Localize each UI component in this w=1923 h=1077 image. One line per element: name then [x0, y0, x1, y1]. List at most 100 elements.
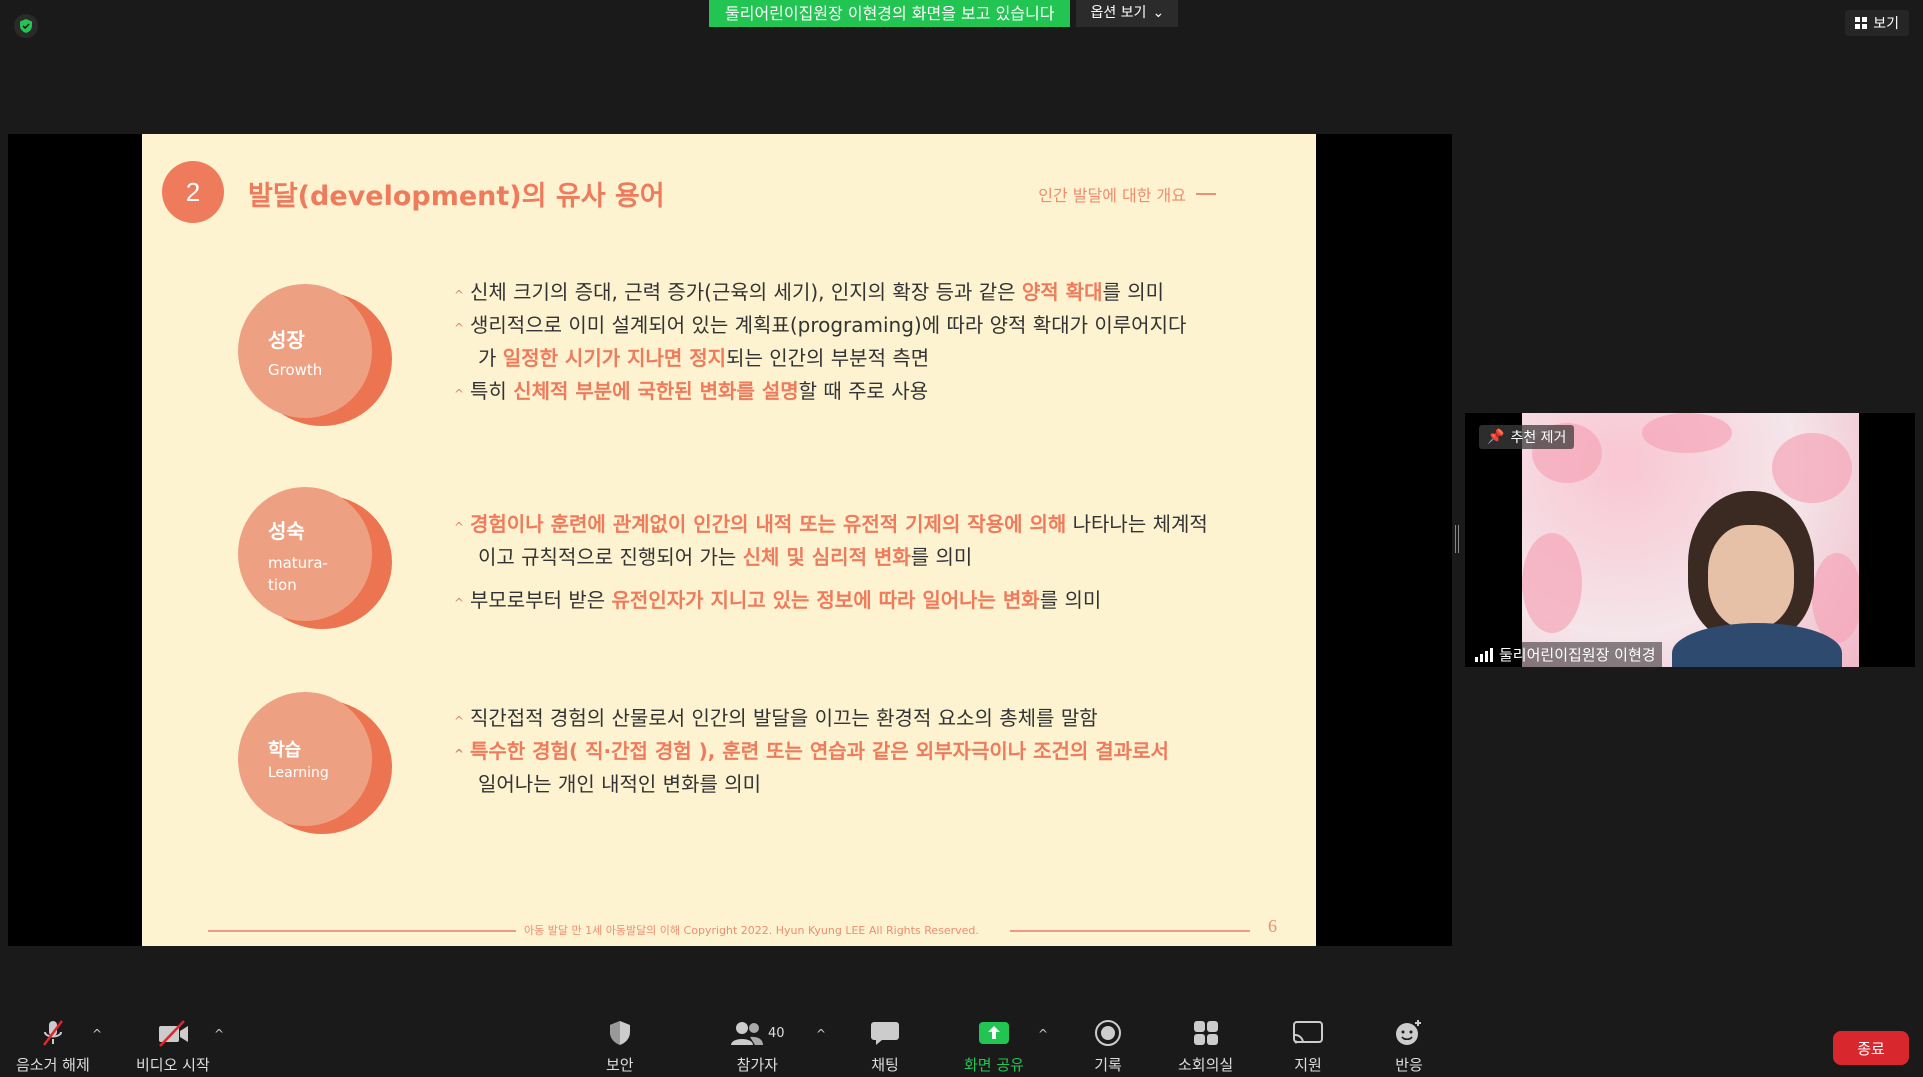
grid-icon [1855, 17, 1868, 29]
chat-label: 채팅 [871, 1056, 899, 1074]
highlight: 신체 및 심리적 변화 [742, 545, 911, 569]
highlight: 신체적 부분에 국한된 변화를 설명 [513, 379, 799, 403]
maturation-line-1: ^ 경험이나 훈련에 관계없이 인간의 내적 또는 유전적 기제의 작용에 의해 … [454, 508, 1208, 541]
breakout-rooms-label: 소회의실 [1178, 1056, 1234, 1074]
learning-line-1: ^ 직간접적 경험의 산물로서 인간의 발달을 이끄는 환경적 요소의 총체를 말… [454, 702, 1169, 735]
text: 할 때 주로 사용 [798, 379, 929, 403]
maturation-line-2: 이고 규칙적으로 진행되어 가는 신체 및 심리적 변화를 의미 [454, 541, 1208, 574]
highlight: 특수한 경험( 직·간접 경험 ), 훈련 또는 연습과 같은 외부자극이나 조… [470, 739, 1169, 763]
record-button[interactable]: 기록 [1094, 1016, 1122, 1075]
footer-rule-left [208, 930, 516, 932]
breakout-rooms-button[interactable]: 소회의실 [1178, 1016, 1233, 1075]
term-maturation-en1: matura- [268, 554, 328, 572]
view-options-button[interactable]: 옵션 보기 ⌄ [1076, 0, 1179, 27]
text: 되는 인간의 부분적 측면 [726, 346, 930, 370]
security-button[interactable]: 보안 [606, 1016, 634, 1075]
participant-name-label: 둘리어린이집원장 이현경 [1469, 642, 1662, 667]
smiley-plus-icon [1396, 1020, 1421, 1045]
panel-resize-handle[interactable] [1455, 525, 1459, 553]
screen-share-banner: 둘리어린이집원장 이현경의 화면을 보고 있습니다 옵션 보기 ⌄ [709, 0, 1179, 27]
share-options-caret-icon[interactable]: ^ [1038, 1027, 1048, 1041]
signal-strength-icon [1475, 647, 1493, 662]
bullet-icon: ^ [454, 387, 465, 401]
growth-line-2: ^ 생리적으로 이미 설계되어 있는 계획표(programing)에 따라 양적… [454, 309, 1186, 342]
maturation-line-3: ^ 부모로부터 받은 유전인자가 지니고 있는 정보에 따라 일어나는 변화를 의… [454, 584, 1208, 617]
slide-title: 발달(development)의 유사 용어 [248, 181, 665, 212]
video-options-caret-icon[interactable]: ^ [214, 1027, 224, 1041]
encryption-shield-icon[interactable] [14, 14, 38, 38]
term-maturation-en2: tion [268, 576, 297, 594]
chat-bubble-icon [871, 1022, 899, 1045]
text: 생리적으로 이미 설계되어 있는 계획표(programing)에 따라 양적 … [470, 313, 1187, 337]
slide-footer: 아동 발달 만 1세 아동발달의 이해 Copyright 2022. Hyun… [524, 924, 979, 937]
text: 신체 크기의 증대, 근력 증가(근육의 세기), 인지의 확장 등과 같은 [470, 280, 1022, 304]
view-layout-button[interactable]: 보기 [1845, 10, 1909, 36]
view-options-label: 옵션 보기 [1090, 5, 1147, 21]
participants-icon [731, 1022, 763, 1045]
text: 특히 [470, 379, 514, 403]
audio-options-caret-icon[interactable]: ^ [92, 1027, 102, 1041]
end-meeting-button[interactable]: 종료 [1833, 1031, 1909, 1065]
camera-feed [1522, 413, 1859, 667]
pin-icon: 📌 [1487, 429, 1505, 445]
chat-button[interactable]: 채팅 [870, 1016, 900, 1075]
breakout-rooms-icon [1193, 1021, 1218, 1045]
start-video-button[interactable]: 비디오 시작 [136, 1016, 210, 1075]
bullet-icon: ^ [454, 596, 465, 610]
zoom-window: 둘리어린이집원장 이현경의 화면을 보고 있습니다 옵션 보기 ⌄ 보기 2 발… [0, 0, 1923, 1077]
text: 가 [478, 346, 503, 370]
participant-name: 둘리어린이집원장 이현경 [1499, 646, 1656, 664]
bullet-icon: ^ [454, 288, 465, 302]
participants-label: 참가자 [736, 1056, 778, 1074]
view-label: 보기 [1873, 16, 1899, 32]
chevron-down-icon: ⌄ [1152, 5, 1165, 21]
term-growth-en: Growth [268, 361, 323, 379]
camera-off-icon [158, 1020, 188, 1047]
text: 를 의미 [910, 545, 973, 569]
term-learning-en: Learning [268, 765, 329, 781]
growth-line-1: ^ 신체 크기의 증대, 근력 증가(근육의 세기), 인지의 확장 등과 같은 … [454, 276, 1186, 309]
reactions-button[interactable]: 반응 [1394, 1016, 1424, 1075]
text: 부모로부터 받은 [470, 588, 612, 612]
growth-description: ^ 신체 크기의 증대, 근력 증가(근육의 세기), 인지의 확장 등과 같은 … [454, 276, 1186, 408]
cast-icon [1293, 1021, 1323, 1044]
pin-label-text: 추천 제거 [1510, 430, 1567, 446]
support-button[interactable]: 지원 [1292, 1016, 1324, 1075]
reactions-label: 반응 [1395, 1056, 1423, 1074]
maturation-description: ^ 경험이나 훈련에 관계없이 인간의 내적 또는 유전적 기제의 작용에 의해 … [454, 508, 1208, 617]
term-learning: 학습 Learning [238, 692, 392, 834]
highlight: 경험이나 훈련에 관계없이 인간의 내적 또는 유전적 기제의 작용에 의해 [470, 512, 1067, 536]
person-shirt [1672, 623, 1842, 667]
highlight: 일정한 시기가 지나면 정지 [502, 346, 727, 370]
slide-page-number: 6 [1268, 916, 1277, 936]
blossom-decoration [1522, 533, 1582, 633]
text: 일어나는 개인 내적인 변화를 의미 [478, 772, 762, 796]
unmute-button[interactable]: 음소거 해제 [16, 1016, 90, 1075]
highlight: 양적 확대 [1021, 280, 1103, 304]
share-banner-label: 둘리어린이집원장 이현경의 화면을 보고 있습니다 [709, 0, 1071, 27]
learning-line-3: 일어나는 개인 내적인 변화를 의미 [454, 768, 1169, 801]
blossom-decoration [1772, 433, 1852, 503]
bullet-icon: ^ [454, 714, 465, 728]
support-label: 지원 [1294, 1056, 1322, 1074]
record-icon [1095, 1020, 1121, 1046]
growth-line-3: 가 일정한 시기가 지나면 정지되는 인간의 부분적 측면 [454, 342, 1186, 375]
participant-video-tile[interactable]: 📌 추천 제거 둘리어린이집원장 이현경 [1465, 413, 1915, 667]
term-growth-ko: 성장 [268, 328, 305, 352]
record-label: 기록 [1094, 1056, 1122, 1074]
slide-subtitle: 인간 발달에 대한 개요 [1038, 182, 1216, 206]
participants-options-caret-icon[interactable]: ^ [816, 1027, 826, 1041]
growth-line-4: ^ 특히 신체적 부분에 국한된 변화를 설명할 때 주로 사용 [454, 375, 1186, 408]
remove-spotlight-button[interactable]: 📌 추천 제거 [1479, 425, 1575, 449]
highlight: 유전인자가 지니고 있는 정보에 따라 일어나는 변화 [611, 588, 1040, 612]
learning-line-2: ^ 특수한 경험( 직·간접 경험 ), 훈련 또는 연습과 같은 외부자극이나 … [454, 735, 1169, 768]
term-maturation-ko: 성숙 [268, 519, 305, 543]
participant-count: 40 [768, 1025, 785, 1041]
text: 직간접적 경험의 산물로서 인간의 발달을 이끄는 환경적 요소의 총체를 말함 [470, 706, 1098, 730]
participants-button[interactable]: 40 참가자 [730, 1016, 785, 1075]
term-maturation: 성숙 matura- tion [238, 487, 392, 629]
shared-screen[interactable]: 2 발달(development)의 유사 용어 인간 발달에 대한 개요 성장… [8, 134, 1452, 946]
share-screen-button[interactable]: 화면 공유 [964, 1016, 1024, 1075]
share-screen-label: 화면 공유 [964, 1056, 1024, 1074]
term-learning-circle: 학습 Learning [238, 692, 372, 826]
